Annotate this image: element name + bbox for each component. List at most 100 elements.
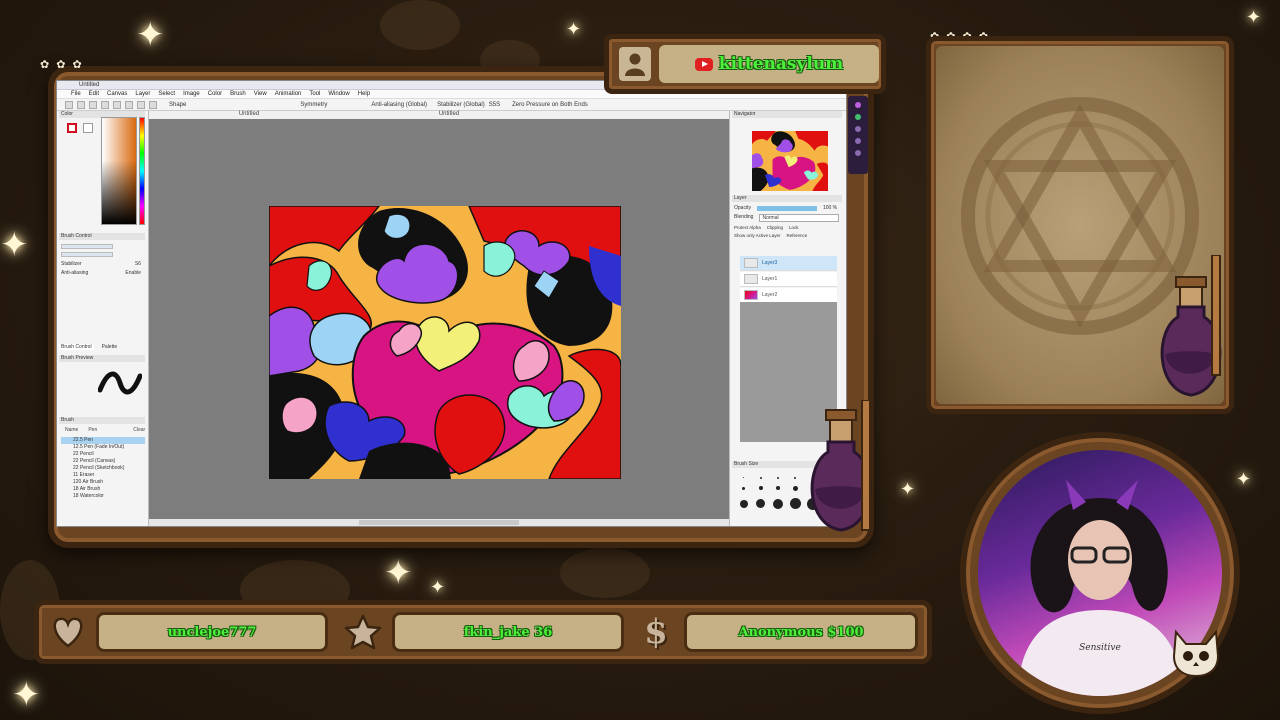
blending-row[interactable]: Blending Normal xyxy=(734,214,840,222)
brush-tab-clear[interactable]: Clear xyxy=(133,427,145,433)
menu-select[interactable]: Select xyxy=(158,90,175,98)
document-tab[interactable]: Untitled xyxy=(149,111,349,119)
clipping-checkbox[interactable]: Clipping xyxy=(767,225,783,230)
opacity-label: Opacity xyxy=(734,205,751,211)
heart-artwork[interactable] xyxy=(269,206,621,479)
toolbar-button[interactable] xyxy=(101,100,109,109)
primary-color-swatch[interactable] xyxy=(67,123,77,133)
antialias-row[interactable]: Anti-aliasing Enable xyxy=(61,270,141,276)
youtube-icon xyxy=(694,57,713,71)
layer-row[interactable]: Layer3 xyxy=(740,256,837,271)
brush-tab-pen[interactable]: Pen xyxy=(88,427,97,433)
sparkle-icon: ✦ xyxy=(136,16,165,54)
canvas-viewport[interactable]: ● P xyxy=(149,119,772,519)
brush-density-slider[interactable] xyxy=(61,252,113,257)
menu-animation[interactable]: Animation xyxy=(275,90,302,98)
brush-size-dot[interactable] xyxy=(777,476,780,479)
color-picker-area[interactable] xyxy=(101,117,137,225)
brush-tool-item[interactable]: 22 Pencil (Sketchbook) xyxy=(61,465,145,472)
brush-size: 18 xyxy=(73,493,79,499)
symmetry-label[interactable]: Symmetry xyxy=(300,102,327,108)
brush-size-dot[interactable] xyxy=(743,477,745,478)
brush-size-dot[interactable] xyxy=(739,499,748,508)
brush-tool-item[interactable]: 12.5 Pen (Fade In/Out) xyxy=(61,444,145,451)
menu-edit[interactable]: Edit xyxy=(89,90,99,98)
hue-slider[interactable] xyxy=(139,117,145,225)
menu-image[interactable]: Image xyxy=(183,90,200,98)
menu-help[interactable]: Help xyxy=(358,90,370,98)
toolbar-button[interactable] xyxy=(113,100,121,109)
channel-name-plate: kittenasylum xyxy=(604,34,886,94)
tab-palette[interactable]: Palette xyxy=(102,344,118,350)
brush-size-dot[interactable] xyxy=(742,486,746,490)
reference-checkbox[interactable]: Reference xyxy=(787,233,808,238)
opacity-row[interactable]: Opacity 100 % xyxy=(734,205,837,211)
stabilizer-row[interactable]: Stabilizer S6 xyxy=(61,261,141,267)
brush-tool-item[interactable]: 22 Pencil (Canvas) xyxy=(61,458,145,465)
stabilizer-label: Stabilizer xyxy=(61,261,82,267)
layer-row[interactable]: Layer2 xyxy=(740,288,837,303)
brush-size-slider[interactable] xyxy=(61,244,113,249)
shape-label[interactable]: Shape xyxy=(169,102,186,108)
brush-tool-item[interactable]: 18 Watercolor xyxy=(61,493,145,500)
toolbar: Shape Symmetry Anti-aliasing (Global) St… xyxy=(57,99,846,111)
menu-canvas[interactable]: Canvas xyxy=(107,90,127,98)
menu-color[interactable]: Color xyxy=(208,90,222,98)
brush-tool-item[interactable]: 22 Pencil xyxy=(61,451,145,458)
tab-brush-control[interactable]: Brush Control xyxy=(59,344,94,350)
menu-view[interactable]: View xyxy=(254,90,267,98)
brush-size-dot[interactable] xyxy=(758,486,763,490)
scrollbar-thumb[interactable] xyxy=(359,520,519,525)
stabilizer-value[interactable]: S5S xyxy=(489,102,500,108)
side-toolbar-icon[interactable] xyxy=(855,114,861,120)
side-toolbar xyxy=(848,96,868,174)
toolbar-button[interactable] xyxy=(125,100,133,109)
toolbar-button[interactable] xyxy=(89,100,97,109)
sparkle-icon: ✦ xyxy=(12,676,41,714)
menu-window[interactable]: Window xyxy=(328,90,349,98)
toolbar-button[interactable] xyxy=(137,100,145,109)
brush-tool-item[interactable]: 11 Eraser xyxy=(61,472,145,479)
brush-tool-item[interactable]: 120 Air Brush xyxy=(61,479,145,486)
antialias-label[interactable]: Anti-aliasing (Global) xyxy=(371,102,427,108)
donation-text: Anonymous $100 xyxy=(738,624,864,640)
stabilizer-label[interactable]: Stabilizer (Global) xyxy=(437,102,485,108)
brush-size-dot[interactable] xyxy=(794,476,797,479)
blending-select[interactable]: Normal xyxy=(759,214,840,222)
brush-panel-title: Brush xyxy=(59,417,145,424)
side-toolbar-icon[interactable] xyxy=(855,102,861,108)
menu-layer[interactable]: Layer xyxy=(135,90,150,98)
brush-size-dot[interactable] xyxy=(776,486,781,490)
show-active-checkbox[interactable]: Show only Active Layer xyxy=(734,233,781,238)
paint-app-window: Untitled File Edit Canvas Layer Select I… xyxy=(56,80,847,527)
brush-tool-item[interactable]: 18 Air Brush xyxy=(61,486,145,493)
side-toolbar-icon[interactable] xyxy=(855,126,861,132)
opacity-slider[interactable] xyxy=(756,205,817,211)
side-toolbar-icon[interactable] xyxy=(855,150,861,156)
brush-size-dot[interactable] xyxy=(773,498,784,509)
potion-bottle-icon xyxy=(810,400,872,532)
navigator-preview[interactable] xyxy=(752,131,828,191)
layer-row[interactable]: Layer1 xyxy=(740,272,837,287)
latest-donation: Anonymous $100 xyxy=(684,612,918,652)
brush-size-dot[interactable] xyxy=(759,476,762,479)
brush-tab-name[interactable]: Name xyxy=(65,427,78,433)
menu-tool[interactable]: Tool xyxy=(309,90,320,98)
toolbar-button[interactable] xyxy=(149,100,157,109)
pressure-label[interactable]: Zero Pressure on Both Ends xyxy=(512,102,588,108)
horizontal-scrollbar[interactable] xyxy=(149,519,729,526)
side-toolbar-icon[interactable] xyxy=(855,138,861,144)
brush-size: 12.5 xyxy=(73,444,83,450)
toolbar-button[interactable] xyxy=(65,100,73,109)
brush-size-dot[interactable] xyxy=(756,499,766,508)
toolbar-button[interactable] xyxy=(77,100,85,109)
brush-size-dot[interactable] xyxy=(792,485,798,491)
menu-file[interactable]: File xyxy=(71,90,81,98)
lock-checkbox[interactable]: Lock xyxy=(789,225,799,230)
brush-name: Watercolor xyxy=(79,493,104,499)
menu-brush[interactable]: Brush xyxy=(230,90,246,98)
secondary-color-swatch[interactable] xyxy=(83,123,93,133)
brush-tool-item[interactable]: 22.5 Pen xyxy=(61,437,145,444)
protect-alpha-checkbox[interactable]: Protect Alpha xyxy=(734,225,761,230)
document-tab[interactable]: Untitled xyxy=(349,111,549,119)
